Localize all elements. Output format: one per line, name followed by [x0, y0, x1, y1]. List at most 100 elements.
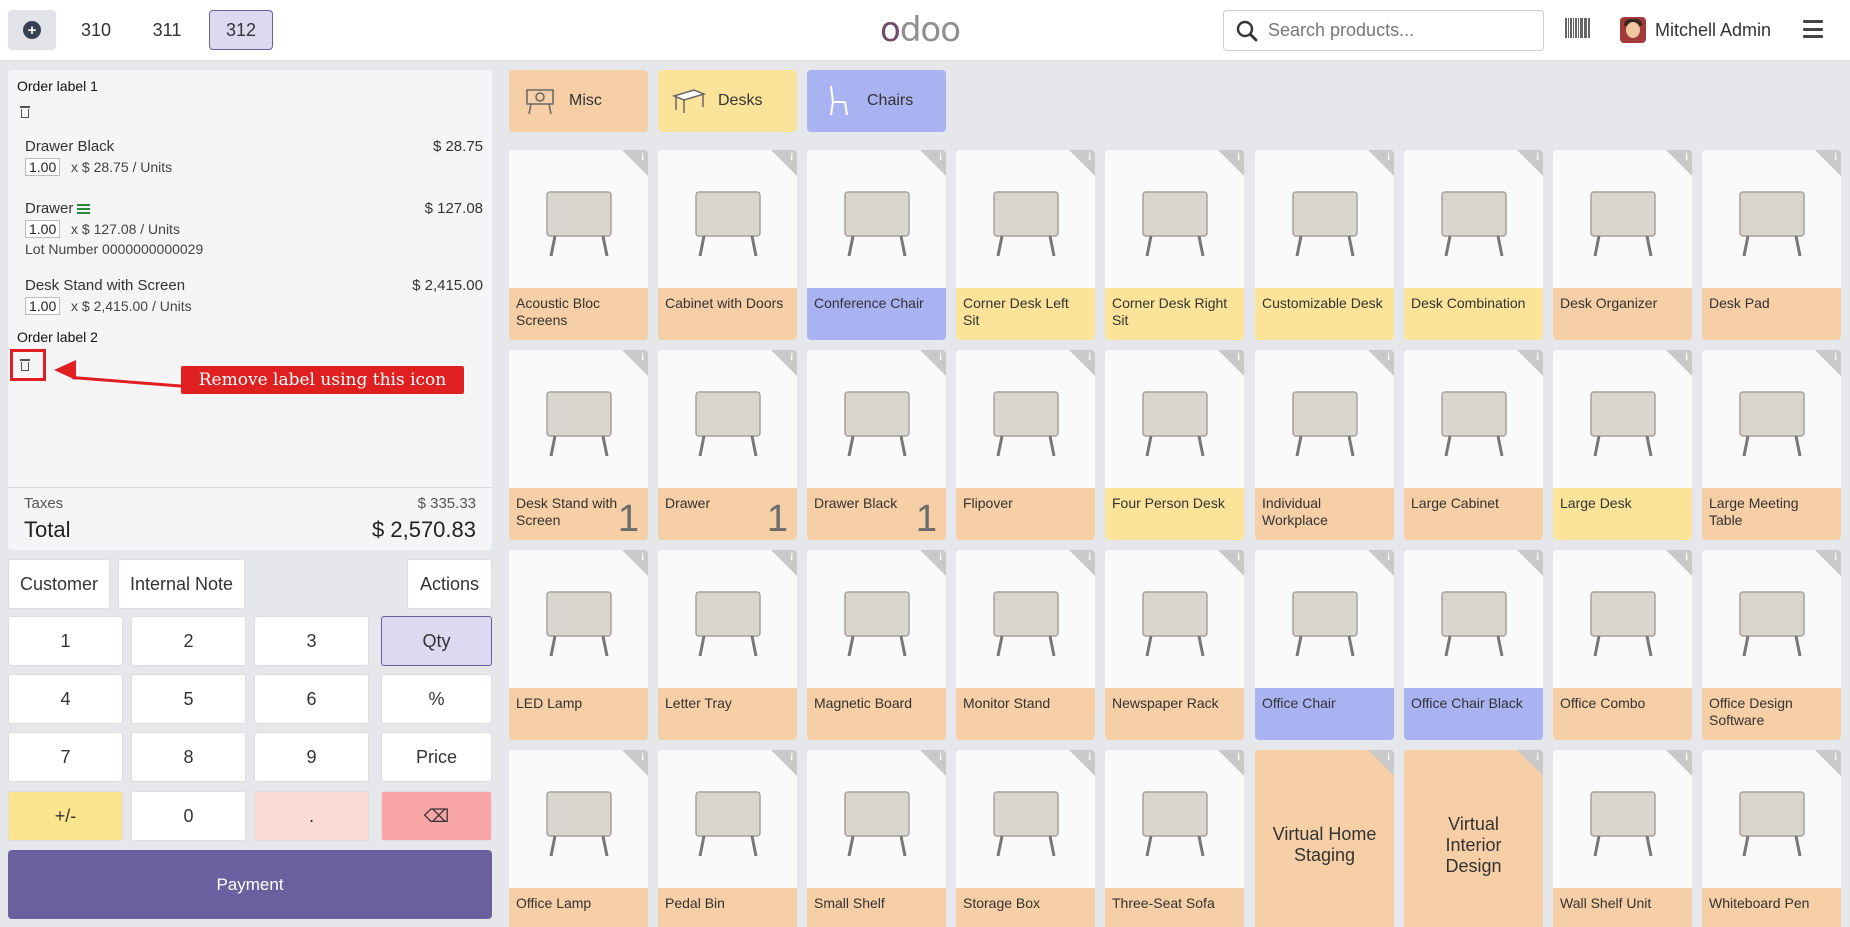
- barcode-icon[interactable]: [1565, 18, 1591, 38]
- category-desks[interactable]: Desks: [658, 70, 797, 132]
- actions-button[interactable]: Actions: [407, 559, 492, 609]
- numpad-key-8[interactable]: 8: [131, 732, 246, 782]
- product-card[interactable]: Cabinet with Doors i: [658, 150, 797, 340]
- info-icon[interactable]: i: [790, 152, 793, 163]
- order-tab-310[interactable]: 310: [72, 10, 120, 50]
- info-icon[interactable]: i: [1387, 352, 1390, 363]
- product-card[interactable]: Three-Seat Sofa i: [1105, 750, 1244, 927]
- info-icon[interactable]: i: [1088, 752, 1091, 763]
- info-icon[interactable]: i: [641, 752, 644, 763]
- order-tab-312[interactable]: 312: [209, 10, 273, 50]
- category-chairs[interactable]: Chairs: [807, 70, 946, 132]
- plus-minus-button[interactable]: +/-: [8, 791, 123, 841]
- product-card[interactable]: Customizable Desk i: [1255, 150, 1394, 340]
- product-card[interactable]: Large Desk i: [1553, 350, 1692, 540]
- qty-mode-button[interactable]: Qty: [381, 616, 492, 666]
- info-icon[interactable]: i: [1088, 352, 1091, 363]
- product-card[interactable]: Drawer i 1: [658, 350, 797, 540]
- price-mode-button[interactable]: Price: [381, 732, 492, 782]
- info-icon[interactable]: i: [1834, 152, 1837, 163]
- numpad-key-0[interactable]: 0: [131, 791, 246, 841]
- product-card[interactable]: Large Cabinet i: [1404, 350, 1543, 540]
- search-input[interactable]: [1268, 20, 1518, 41]
- product-card[interactable]: Drawer Black i 1: [807, 350, 946, 540]
- product-card[interactable]: Corner Desk Right Sit i: [1105, 150, 1244, 340]
- info-icon[interactable]: i: [939, 352, 942, 363]
- info-icon[interactable]: i: [1834, 552, 1837, 563]
- info-icon[interactable]: i: [641, 152, 644, 163]
- info-icon[interactable]: i: [939, 152, 942, 163]
- info-icon[interactable]: i: [1685, 752, 1688, 763]
- numpad-key-9[interactable]: 9: [254, 732, 369, 782]
- info-icon[interactable]: i: [790, 552, 793, 563]
- info-icon[interactable]: i: [1834, 752, 1837, 763]
- product-card[interactable]: Newspaper Rack i: [1105, 550, 1244, 740]
- info-icon[interactable]: i: [1834, 352, 1837, 363]
- info-icon[interactable]: i: [790, 752, 793, 763]
- product-card[interactable]: Office Chair i: [1255, 550, 1394, 740]
- numpad-key-4[interactable]: 4: [8, 674, 123, 724]
- numpad-key-1[interactable]: 1: [8, 616, 123, 666]
- product-card[interactable]: Storage Box i: [956, 750, 1095, 927]
- info-icon[interactable]: i: [1536, 552, 1539, 563]
- info-icon[interactable]: i: [1685, 552, 1688, 563]
- user-menu[interactable]: Mitchell Admin: [1620, 15, 1771, 45]
- product-card[interactable]: Virtual Home Staging i: [1255, 750, 1394, 927]
- info-icon[interactable]: i: [1088, 152, 1091, 163]
- product-card[interactable]: Desk Pad i: [1702, 150, 1841, 340]
- numpad-key-6[interactable]: 6: [254, 674, 369, 724]
- info-icon[interactable]: i: [1387, 752, 1390, 763]
- product-card[interactable]: Office Chair Black i: [1404, 550, 1543, 740]
- numpad-key-2[interactable]: 2: [131, 616, 246, 666]
- customer-button[interactable]: Customer: [8, 559, 110, 609]
- info-icon[interactable]: i: [1237, 552, 1240, 563]
- product-card[interactable]: Office Combo i: [1553, 550, 1692, 740]
- product-card[interactable]: Letter Tray i: [658, 550, 797, 740]
- order-line[interactable]: Desk Stand with Screen $ 2,415.00 1.00 x…: [25, 277, 483, 317]
- info-icon[interactable]: i: [1536, 752, 1539, 763]
- product-card[interactable]: Large Meeting Table i: [1702, 350, 1841, 540]
- internal-note-button[interactable]: Internal Note: [118, 559, 245, 609]
- product-card[interactable]: Wall Shelf Unit i: [1553, 750, 1692, 927]
- product-card[interactable]: Virtual Interior Design i: [1404, 750, 1543, 927]
- product-card[interactable]: Office Lamp i: [509, 750, 648, 927]
- menu-icon[interactable]: [1803, 20, 1823, 38]
- numpad-key-3[interactable]: 3: [254, 616, 369, 666]
- info-icon[interactable]: i: [1685, 152, 1688, 163]
- info-icon[interactable]: i: [641, 552, 644, 563]
- payment-button[interactable]: Payment: [8, 850, 492, 919]
- product-card[interactable]: Individual Workplace i: [1255, 350, 1394, 540]
- numpad-key-7[interactable]: 7: [8, 732, 123, 782]
- discount-mode-button[interactable]: %: [381, 674, 492, 724]
- info-icon[interactable]: i: [1237, 752, 1240, 763]
- product-card[interactable]: LED Lamp i: [509, 550, 648, 740]
- product-card[interactable]: Four Person Desk i: [1105, 350, 1244, 540]
- product-card[interactable]: Desk Stand with Screen i 1: [509, 350, 648, 540]
- backspace-icon[interactable]: ⌫: [381, 791, 492, 841]
- info-icon[interactable]: i: [1536, 352, 1539, 363]
- product-card[interactable]: Flipover i: [956, 350, 1095, 540]
- product-card[interactable]: Monitor Stand i: [956, 550, 1095, 740]
- info-icon[interactable]: i: [1237, 352, 1240, 363]
- info-icon[interactable]: i: [939, 752, 942, 763]
- decimal-button[interactable]: .: [254, 791, 369, 841]
- order-line[interactable]: Drawer Black $ 28.75 1.00 x $ 28.75 / Un…: [25, 138, 483, 178]
- new-order-button[interactable]: +: [8, 10, 56, 50]
- order-line[interactable]: Drawer $ 127.08 1.00 x $ 127.08 / Units …: [25, 200, 483, 260]
- order-tab-311[interactable]: 311: [143, 10, 191, 50]
- product-card[interactable]: Office Design Software i: [1702, 550, 1841, 740]
- category-misc[interactable]: Misc: [509, 70, 648, 132]
- info-icon[interactable]: i: [1536, 152, 1539, 163]
- product-card[interactable]: Desk Organizer i: [1553, 150, 1692, 340]
- info-icon[interactable]: i: [1387, 152, 1390, 163]
- info-icon[interactable]: i: [790, 352, 793, 363]
- product-card[interactable]: Acoustic Bloc Screens i: [509, 150, 648, 340]
- product-card[interactable]: Corner Desk Left Sit i: [956, 150, 1095, 340]
- info-icon[interactable]: i: [1088, 552, 1091, 563]
- product-card[interactable]: Whiteboard Pen i: [1702, 750, 1841, 927]
- search-bar[interactable]: [1223, 10, 1544, 51]
- product-card[interactable]: Desk Combination i: [1404, 150, 1543, 340]
- trash-icon[interactable]: [18, 105, 32, 119]
- info-icon[interactable]: i: [1685, 352, 1688, 363]
- product-card[interactable]: Conference Chair i: [807, 150, 946, 340]
